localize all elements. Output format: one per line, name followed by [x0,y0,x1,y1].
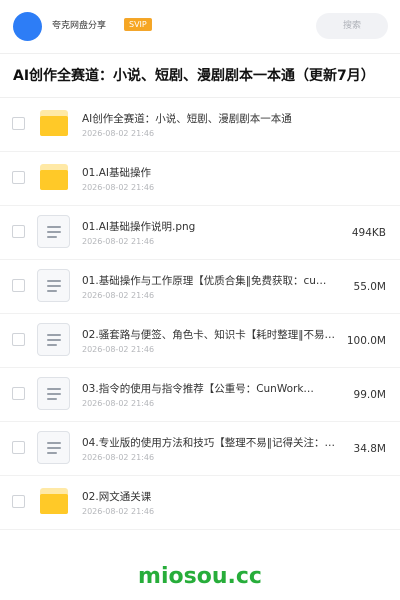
file-name: 03.指令的使用与指令推荐【公重号：CunWork… [82,383,314,395]
search-box[interactable]: 搜索 [316,13,388,39]
file-date: 2026-08-02 21:46 [82,507,155,516]
file-date: 2026-08-02 21:46 [82,129,155,138]
file-date: 2026-08-02 21:46 [82,291,155,300]
file-date: 2026-08-02 21:46 [82,399,155,408]
row-checkbox[interactable] [12,171,25,184]
watermark: miosou.cc [138,564,262,589]
row-checkbox[interactable] [12,279,25,292]
avatar[interactable] [13,12,42,41]
top-bar: 夸克网盘分享 SVIP 搜索 [0,0,400,52]
file-name: 01.基础操作与工作原理【优质合集‖免费获取：cu… [82,275,327,287]
folder-icon [40,110,68,136]
file-date: 2026-08-02 21:46 [82,453,155,462]
file-size: 99.0M [353,389,386,401]
file-name: 01.AI基础操作说明.png [82,221,196,233]
folder-icon [40,488,68,514]
file-name: 02.网文通关课 [82,491,152,503]
document-icon [37,215,70,248]
file-name: AI创作全赛道：小说、短剧、漫剧剧本一本通 [82,113,292,125]
row-checkbox[interactable] [12,333,25,346]
row-checkbox[interactable] [12,387,25,400]
row-checkbox[interactable] [12,117,25,130]
file-row[interactable]: 04.专业版的使用方法和技巧【整理不易‖记得关注：… 2026-08-02 21:… [0,422,400,476]
page-title: AI创作全赛道：小说、短剧、漫剧剧本一本通（更新7月） [13,68,375,84]
row-checkbox[interactable] [12,441,25,454]
svip-badge: SVIP [124,18,152,31]
user-name: 夸克网盘分享 [52,21,107,31]
document-icon [37,269,70,302]
file-row[interactable]: 01.基础操作与工作原理【优质合集‖免费获取：cu… 2026-08-02 21:… [0,260,400,314]
document-icon [37,377,70,410]
row-checkbox[interactable] [12,225,25,238]
search-placeholder: 搜索 [342,21,361,31]
file-row[interactable]: 02.骚套路与便签、角色卡、知识卡【耗时整理‖不易… 2026-08-02 21:… [0,314,400,368]
document-icon [37,431,70,464]
row-checkbox[interactable] [12,495,25,508]
file-date: 2026-08-02 21:46 [82,345,155,354]
file-date: 2026-08-02 21:46 [82,183,155,192]
file-row[interactable]: AI创作全赛道：小说、短剧、漫剧剧本一本通 2026-08-02 21:46 [0,98,400,152]
file-date: 2026-08-02 21:46 [82,237,155,246]
file-name: 04.专业版的使用方法和技巧【整理不易‖记得关注：… [82,437,335,449]
file-row[interactable]: 03.指令的使用与指令推荐【公重号：CunWork… 2026-08-02 21:… [0,368,400,422]
file-size: 100.0M [346,335,386,347]
folder-icon [40,164,68,190]
title-row: AI创作全赛道：小说、短剧、漫剧剧本一本通（更新7月） [0,53,400,98]
file-row[interactable]: 02.网文通关课 2026-08-02 21:46 [0,476,400,530]
file-size: 494KB [351,227,386,239]
file-size: 55.0M [353,281,386,293]
file-row[interactable]: 01.AI基础操作 2026-08-02 21:46 [0,152,400,206]
file-name: 01.AI基础操作 [82,167,151,179]
file-row[interactable]: 01.AI基础操作说明.png 2026-08-02 21:46 494KB [0,206,400,260]
file-size: 34.8M [353,443,386,455]
document-icon [37,323,70,356]
file-name: 02.骚套路与便签、角色卡、知识卡【耗时整理‖不易… [82,329,335,341]
file-list: AI创作全赛道：小说、短剧、漫剧剧本一本通 2026-08-02 21:46 01.… [0,98,400,530]
